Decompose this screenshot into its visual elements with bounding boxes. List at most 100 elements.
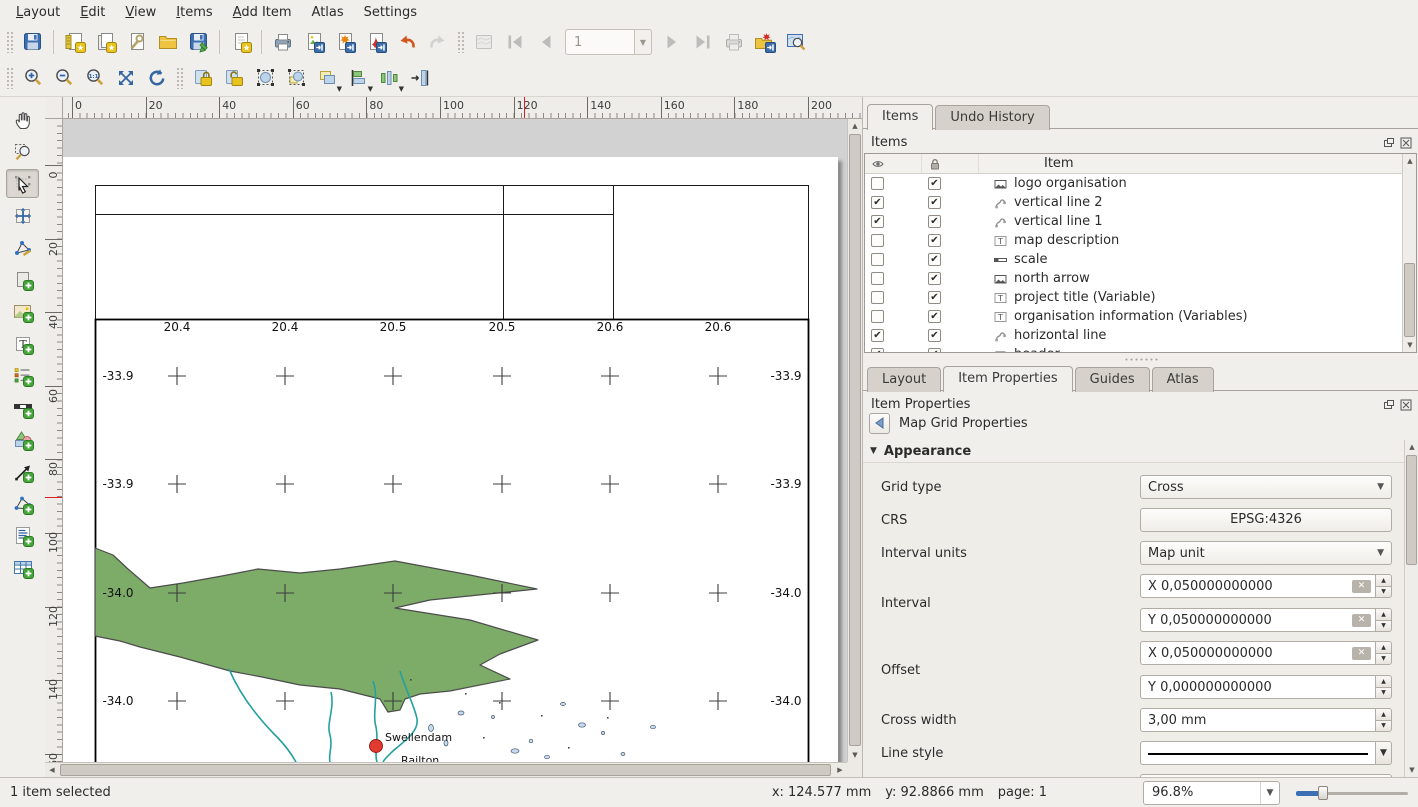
add-picture-tool-button[interactable] bbox=[6, 297, 39, 326]
scroll-up-icon[interactable]: ▲ bbox=[1403, 154, 1417, 168]
tab-guides[interactable]: Guides bbox=[1075, 367, 1150, 392]
menu-items[interactable]: Items bbox=[166, 2, 222, 23]
zoom-actual-button[interactable]: 1:1 bbox=[79, 63, 110, 93]
open-template-button[interactable] bbox=[152, 27, 183, 57]
spin-up-icon[interactable]: ▲ bbox=[1375, 675, 1392, 688]
scroll-down-icon[interactable]: ▼ bbox=[1405, 763, 1418, 777]
lock-checkbox[interactable]: ✔ bbox=[928, 272, 941, 285]
items-tree-scrollbar[interactable]: ▲ ▼ bbox=[1402, 154, 1416, 352]
first-feature-button[interactable] bbox=[499, 27, 530, 57]
preview-atlas-button[interactable] bbox=[468, 27, 499, 57]
spin-down-icon[interactable]: ▼ bbox=[1375, 720, 1392, 733]
tab-item-properties[interactable]: Item Properties bbox=[943, 366, 1072, 392]
visibility-checkbox[interactable]: ✔ bbox=[871, 348, 884, 353]
scroll-left-icon[interactable]: ◀ bbox=[45, 763, 59, 777]
crs-button[interactable]: EPSG:4326 bbox=[1140, 508, 1392, 532]
add-attribute-table-tool-button[interactable] bbox=[6, 553, 39, 582]
zoom-level-combobox[interactable]: 96.8% ▼ bbox=[1143, 781, 1280, 805]
zoom-out-button[interactable] bbox=[48, 63, 79, 93]
item-row-north-arrow[interactable]: ✔north arrow bbox=[865, 269, 1416, 288]
canvas-vertical-scrollbar[interactable]: ▲ ▼ bbox=[847, 119, 862, 762]
redo-button[interactable] bbox=[422, 27, 453, 57]
add-legend-tool-button[interactable] bbox=[6, 361, 39, 390]
interval-x-spinbox[interactable]: X 0,050000000000✕ ▲▼ bbox=[1140, 574, 1392, 598]
resize-items-button[interactable] bbox=[404, 63, 435, 93]
select-move-tool-button[interactable] bbox=[6, 169, 39, 198]
spin-down-icon[interactable]: ▼ bbox=[1375, 687, 1392, 700]
scroll-down-icon[interactable]: ▼ bbox=[1403, 338, 1417, 352]
save-project-button[interactable] bbox=[17, 27, 48, 57]
properties-scroll-thumb[interactable] bbox=[1406, 455, 1417, 565]
back-button[interactable] bbox=[869, 413, 890, 434]
horizontal-scroll-thumb[interactable] bbox=[60, 764, 831, 776]
align-items-button[interactable]: ▼ bbox=[342, 63, 373, 93]
interval-y-spinbox[interactable]: Y 0,050000000000✕ ▲▼ bbox=[1140, 608, 1392, 632]
cross-width-spinbox[interactable]: 3,00 mm ▲▼ bbox=[1140, 708, 1392, 732]
move-content-tool-button[interactable] bbox=[6, 201, 39, 230]
item-row-scale[interactable]: ✔scale bbox=[865, 250, 1416, 269]
visibility-checkbox[interactable] bbox=[871, 310, 884, 323]
spin-down-icon[interactable]: ▼ bbox=[1375, 653, 1392, 666]
atlas-settings-button[interactable] bbox=[780, 27, 811, 57]
appearance-section-header[interactable]: ▼ Appearance bbox=[863, 440, 1418, 462]
pan-tool-button[interactable] bbox=[6, 105, 39, 134]
item-row-vertical-line-2[interactable]: ✔✔vertical line 2 bbox=[865, 193, 1416, 212]
zoom-in-button[interactable] bbox=[17, 63, 48, 93]
add-page-tool-button[interactable] bbox=[6, 265, 39, 294]
visibility-checkbox[interactable]: ✔ bbox=[871, 329, 884, 342]
close-panel-icon[interactable] bbox=[1399, 398, 1413, 412]
spin-up-icon[interactable]: ▲ bbox=[1375, 708, 1392, 721]
spin-down-icon[interactable]: ▼ bbox=[1375, 586, 1392, 599]
save-template-button[interactable] bbox=[183, 27, 214, 57]
tab-atlas[interactable]: Atlas bbox=[1152, 367, 1214, 392]
duplicate-layout-button[interactable]: ★ bbox=[90, 27, 121, 57]
item-row-header[interactable]: ✔✔header bbox=[865, 345, 1416, 353]
visibility-checkbox[interactable] bbox=[871, 177, 884, 190]
lock-checkbox[interactable]: ✔ bbox=[928, 215, 941, 228]
lock-checkbox[interactable]: ✔ bbox=[928, 291, 941, 304]
next-feature-button[interactable] bbox=[656, 27, 687, 57]
offset-x-spinbox[interactable]: X 0,050000000000✕ ▲▼ bbox=[1140, 641, 1392, 665]
visibility-checkbox[interactable] bbox=[871, 253, 884, 266]
add-html-tool-button[interactable] bbox=[6, 521, 39, 550]
export-atlas-button[interactable] bbox=[749, 27, 780, 57]
chevron-down-icon[interactable]: ▼ bbox=[1375, 741, 1392, 765]
visibility-checkbox[interactable]: ✔ bbox=[871, 215, 884, 228]
spin-up-icon[interactable]: ▲ bbox=[1375, 608, 1392, 621]
export-svg-button[interactable] bbox=[329, 27, 360, 57]
spin-down-icon[interactable]: ▼ bbox=[1375, 620, 1392, 633]
add-node-item-tool-button[interactable] bbox=[6, 489, 39, 518]
scroll-down-icon[interactable]: ▼ bbox=[848, 748, 862, 762]
add-scalebar-tool-button[interactable] bbox=[6, 393, 39, 422]
last-feature-button[interactable] bbox=[687, 27, 718, 57]
menu-atlas[interactable]: Atlas bbox=[302, 2, 354, 23]
item-row-organisation-information-variables-[interactable]: ✔Torganisation information (Variables) bbox=[865, 307, 1416, 326]
print-atlas-button[interactable] bbox=[718, 27, 749, 57]
chevron-down-icon[interactable]: ▼ bbox=[635, 29, 652, 55]
atlas-page-spinbox[interactable]: 1 bbox=[565, 29, 635, 55]
visibility-column-header[interactable] bbox=[865, 154, 922, 173]
lock-checkbox[interactable]: ✔ bbox=[928, 329, 941, 342]
item-row-vertical-line-1[interactable]: ✔✔vertical line 1 bbox=[865, 212, 1416, 231]
distribute-items-button[interactable]: ▼ bbox=[373, 63, 404, 93]
item-row-horizontal-line[interactable]: ✔✔horizontal line bbox=[865, 326, 1416, 345]
menu-edit[interactable]: Edit bbox=[70, 2, 115, 23]
unlock-items-button[interactable] bbox=[218, 63, 249, 93]
vertical-scroll-thumb[interactable] bbox=[849, 134, 861, 746]
tab-items[interactable]: Items bbox=[867, 104, 933, 130]
tab-undo-history[interactable]: Undo History bbox=[935, 105, 1049, 130]
menu-settings[interactable]: Settings bbox=[354, 2, 427, 23]
clear-value-icon[interactable]: ✕ bbox=[1352, 580, 1371, 593]
lock-checkbox[interactable]: ✔ bbox=[928, 196, 941, 209]
edit-nodes-tool-button[interactable] bbox=[6, 233, 39, 262]
raise-items-button[interactable]: ▼ bbox=[311, 63, 342, 93]
zoom-full-button[interactable] bbox=[110, 63, 141, 93]
add-pages-button[interactable]: ★ bbox=[225, 27, 256, 57]
export-image-button[interactable] bbox=[298, 27, 329, 57]
lock-checkbox[interactable]: ✔ bbox=[928, 310, 941, 323]
visibility-checkbox[interactable] bbox=[871, 234, 884, 247]
menu-view[interactable]: View bbox=[115, 2, 166, 23]
ungroup-items-button[interactable] bbox=[280, 63, 311, 93]
tab-layout[interactable]: Layout bbox=[867, 367, 941, 392]
lock-checkbox[interactable]: ✔ bbox=[928, 253, 941, 266]
